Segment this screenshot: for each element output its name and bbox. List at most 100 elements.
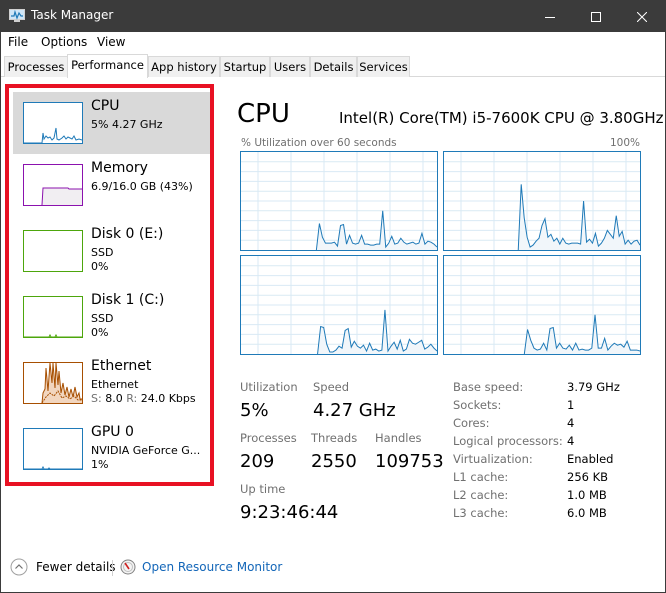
sidebar-memory-name: Memory	[91, 160, 148, 176]
spec-label: Virtualization:	[453, 452, 533, 466]
resource-monitor-icon	[120, 559, 136, 575]
page-title: CPU	[237, 99, 290, 129]
fewer-details-label: Fewer details	[36, 560, 116, 574]
sidebar-cpu-name: CPU	[91, 98, 120, 114]
sidebar-disk0-name: Disk 0 (E:)	[91, 226, 164, 242]
task-manager-app-icon	[9, 9, 25, 22]
cpu-thumbnail-graph	[23, 102, 83, 144]
utilization-label: Utilization	[240, 380, 298, 394]
sidebar-ethernet-throughput: S: 8.0 R: 24.0 Kbps	[91, 392, 196, 405]
menu-file[interactable]: File	[8, 35, 28, 49]
minimize-icon	[545, 16, 555, 18]
tab-services[interactable]: Services	[357, 56, 410, 77]
spec-value: 1	[567, 398, 575, 412]
spec-value: 256 KB	[567, 470, 609, 484]
close-button[interactable]	[619, 1, 665, 32]
spec-label: L2 cache:	[453, 488, 509, 502]
spec-value: 4	[567, 434, 575, 448]
open-resource-monitor-link[interactable]: Open Resource Monitor	[120, 557, 283, 577]
spec-label: L1 cache:	[453, 470, 509, 484]
tab-users[interactable]: Users	[270, 56, 310, 77]
window-title: Task Manager	[31, 8, 114, 22]
send-label: S:	[91, 392, 102, 405]
handles-value: 109753	[375, 451, 444, 472]
threads-label: Threads	[311, 431, 358, 445]
uptime-value: 9:23:46:44	[240, 502, 339, 523]
sidebar-disk1-usage: 0%	[91, 326, 109, 339]
disk1-thumbnail-graph	[23, 296, 83, 338]
footer: Fewer details Open Resource Monitor	[1, 549, 665, 589]
receive-value: 24.0 Kbps	[140, 392, 196, 405]
core-graph-0	[240, 151, 438, 251]
sidebar-disk0-usage: 0%	[91, 260, 109, 273]
spec-value: 6.0 MB	[567, 506, 607, 520]
speed-label: Speed	[313, 380, 350, 394]
spec-value: 1.0 MB	[567, 488, 607, 502]
receive-label: R:	[126, 392, 138, 405]
sidebar-item-memory[interactable]: Memory 6.9/16.0 GB (43%)	[13, 154, 210, 216]
sidebar-gpu0-usage: 1%	[91, 458, 109, 471]
spec-value: Enabled	[567, 452, 614, 466]
cpu-model: Intel(R) Core(TM) i5-7600K CPU @ 3.80GHz	[339, 109, 664, 127]
sidebar-gpu0-name: GPU 0	[91, 424, 134, 440]
core-graph-3	[443, 255, 641, 355]
tab-app-history[interactable]: App history	[148, 56, 220, 77]
sidebar-item-disk0[interactable]: Disk 0 (E:) SSD 0%	[13, 220, 210, 282]
menu-options[interactable]: Options	[41, 35, 87, 49]
open-resource-monitor-label: Open Resource Monitor	[142, 560, 283, 574]
uptime-label: Up time	[240, 482, 286, 496]
task-manager-window: Task Manager File Options View Processes…	[0, 0, 666, 593]
minimize-button[interactable]	[527, 1, 573, 32]
maximize-button[interactable]	[573, 1, 619, 32]
sidebar-memory-usage: 6.9/16.0 GB (43%)	[91, 180, 193, 193]
maximize-icon	[591, 11, 601, 22]
gpu0-thumbnail-graph	[23, 428, 83, 470]
processes-label: Processes	[240, 431, 297, 445]
ethernet-thumbnail-graph	[23, 362, 83, 404]
menu-bar: File Options View	[1, 32, 665, 52]
core-graph-1	[443, 151, 641, 251]
graph-max-label: 100%	[609, 137, 640, 149]
sidebar-item-disk1[interactable]: Disk 1 (C:) SSD 0%	[13, 286, 210, 348]
spec-label: Base speed:	[453, 380, 524, 394]
disk0-thumbnail-graph	[23, 230, 83, 272]
chevron-up-circle-icon	[10, 558, 28, 576]
tab-bar: Processes Performance App history Startu…	[1, 54, 665, 78]
cpu-detail-panel: CPU Intel(R) Core(TM) i5-7600K CPU @ 3.8…	[221, 81, 665, 541]
tab-performance[interactable]: Performance	[67, 54, 148, 78]
spec-label: Sockets:	[453, 398, 502, 412]
core-usage-area	[317, 309, 437, 354]
sidebar-item-cpu[interactable]: CPU 5% 4.27 GHz	[13, 92, 210, 154]
title-bar: Task Manager	[1, 1, 665, 32]
graph-caption: % Utilization over 60 seconds	[241, 137, 397, 149]
footer-divider	[112, 560, 113, 576]
tab-details[interactable]: Details	[310, 56, 357, 77]
spec-label: Logical processors:	[453, 434, 563, 448]
close-icon	[637, 11, 647, 22]
fewer-details-button[interactable]: Fewer details	[10, 557, 116, 577]
sidebar-disk0-type: SSD	[91, 246, 114, 259]
sidebar-gpu0-model: NVIDIA GeForce G...	[91, 444, 201, 457]
processes-value: 209	[240, 451, 275, 472]
spec-value: 3.79 GHz	[567, 380, 620, 394]
menu-view[interactable]: View	[97, 35, 125, 49]
spec-value: 4	[567, 416, 575, 430]
threads-value: 2550	[311, 451, 357, 472]
sidebar-disk1-type: SSD	[91, 312, 114, 325]
handles-label: Handles	[375, 431, 422, 445]
sidebar-item-gpu0[interactable]: GPU 0 NVIDIA GeForce G... 1%	[13, 418, 210, 480]
sidebar-ethernet-name: Ethernet	[91, 358, 152, 374]
spec-label: L3 cache:	[453, 506, 509, 520]
sidebar-item-ethernet[interactable]: Ethernet Ethernet S: 8.0 R: 24.0 Kbps	[13, 352, 210, 414]
sidebar-disk1-name: Disk 1 (C:)	[91, 292, 165, 308]
utilization-value: 5%	[240, 400, 269, 421]
core-graph-2	[240, 255, 438, 355]
tab-processes[interactable]: Processes	[4, 56, 68, 77]
tab-startup[interactable]: Startup	[220, 56, 270, 77]
resource-sidebar: CPU 5% 4.27 GHz Memory 6.9/16.0 GB (43%)…	[5, 84, 214, 486]
sidebar-ethernet-adapter: Ethernet	[91, 378, 139, 391]
spec-label: Cores:	[453, 416, 490, 430]
speed-value: 4.27 GHz	[313, 400, 396, 421]
memory-thumbnail-graph	[23, 164, 83, 206]
sidebar-cpu-usage: 5% 4.27 GHz	[91, 118, 163, 131]
